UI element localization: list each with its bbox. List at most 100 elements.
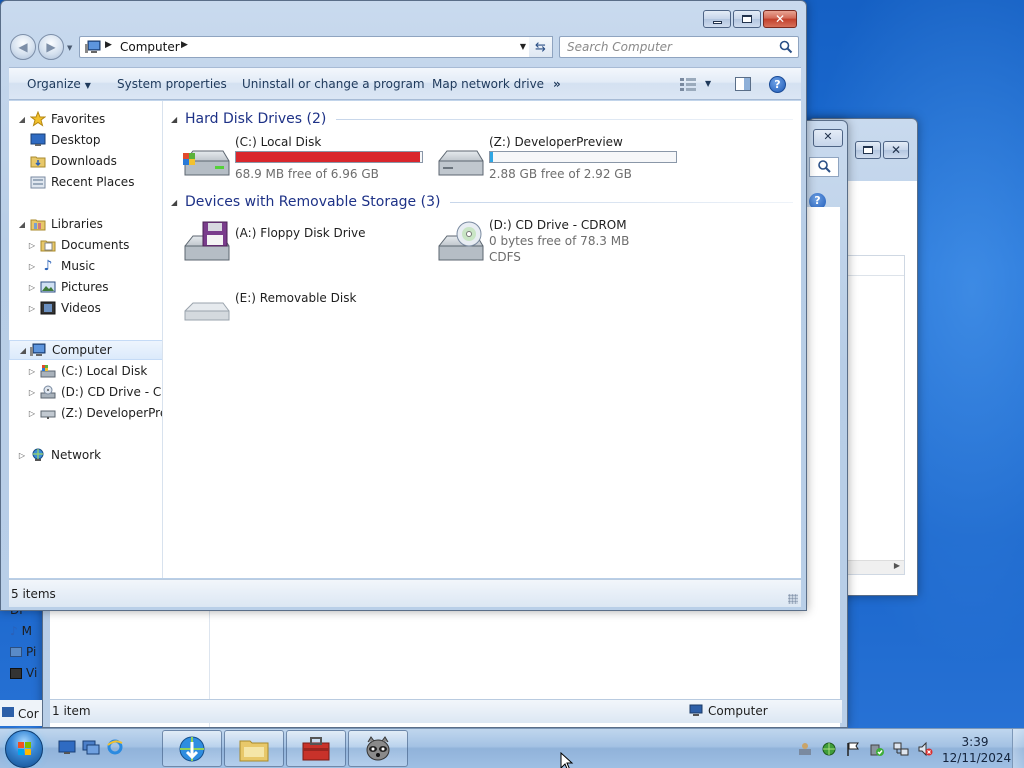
drive-e[interactable]: (E:) Removable Disk <box>179 285 429 341</box>
drive-free-space: 68.9 MB free of 6.96 GB <box>235 167 379 181</box>
drive-free-space: 0 bytes free of 78.3 MB <box>489 234 630 248</box>
nav-videos[interactable]: ▷ Videos <box>27 298 101 318</box>
arrow-left-icon: ◀ <box>18 40 28 54</box>
tray-user-icon[interactable] <box>797 741 813 757</box>
nav-fragment-music[interactable]: ♪ M <box>10 624 32 638</box>
computer-icon <box>688 704 704 721</box>
nav-documents[interactable]: ▷ Documents <box>27 235 130 255</box>
item-count: 5 items <box>11 587 56 601</box>
nav-label: Recent Places <box>51 175 135 189</box>
minimize-button[interactable] <box>703 10 731 28</box>
expand-arrow-icon[interactable]: ▷ <box>27 241 37 250</box>
nav-recent-places[interactable]: Recent Places <box>29 172 134 192</box>
refresh-button[interactable]: ⇆ <box>529 36 553 58</box>
expand-arrow-icon[interactable]: ▷ <box>27 409 37 418</box>
navigation-pane: ◢ Favorites Desktop Downloads Recent Pla… <box>9 101 163 578</box>
collapse-arrow-icon[interactable]: ◢ <box>17 115 27 124</box>
drive-c[interactable]: (C:) Local Disk 68.9 MB free of 6.96 GB <box>179 135 429 191</box>
close-button[interactable]: ✕ <box>763 10 797 28</box>
nav-c-drive[interactable]: ▷ (C:) Local Disk <box>27 361 147 381</box>
uninstall-program-button[interactable]: Uninstall or change a program <box>242 77 425 91</box>
expand-arrow-icon[interactable]: ▷ <box>27 388 37 397</box>
search-icon[interactable] <box>809 157 839 177</box>
arrow-right-icon: ▶ <box>46 40 56 54</box>
drive-a[interactable]: (A:) Floppy Disk Drive <box>179 218 429 274</box>
expand-arrow-icon[interactable]: ▷ <box>27 367 37 376</box>
show-desktop-button[interactable] <box>1012 729 1024 768</box>
system-clock[interactable]: 3:39 12/11/2024 <box>942 734 1011 766</box>
close-button[interactable]: ✕ <box>813 129 843 147</box>
nav-fragment-videos[interactable]: Vi <box>10 666 37 680</box>
recent-pages-dropdown[interactable]: ▼ <box>67 44 72 52</box>
nav-music[interactable]: ▷ ♪ Music <box>27 256 95 276</box>
group-title: Devices with Removable Storage (3) <box>185 194 441 210</box>
nav-fragment-computer[interactable]: Cor <box>0 700 42 726</box>
system-properties-button[interactable]: System properties <box>117 77 227 91</box>
maximize-button[interactable] <box>733 10 761 28</box>
videos-icon <box>39 300 57 316</box>
breadcrumb-computer[interactable]: Computer <box>120 40 180 54</box>
star-icon <box>29 111 47 127</box>
nav-fragment: Cor <box>18 707 39 721</box>
volume-muted-icon[interactable] <box>917 741 933 757</box>
windows-logo-icon <box>18 742 31 755</box>
nav-favorites[interactable]: ◢ Favorites <box>17 109 105 129</box>
preview-pane-icon[interactable] <box>735 77 751 94</box>
nav-label: Libraries <box>51 217 103 231</box>
nav-d-drive[interactable]: ▷ (D:) CD Drive - CDR <box>27 382 162 402</box>
expand-arrow-icon[interactable]: ▷ <box>27 262 37 271</box>
group-header-hard-disks[interactable]: ◢ Hard Disk Drives (2) <box>171 109 793 129</box>
computer-explorer-window[interactable]: ✕ ◀ ▶ ▼ ▶ Computer ▶ ▼ ⇆ Search Computer… <box>0 0 807 611</box>
help-icon[interactable]: ? <box>769 76 786 93</box>
internet-explorer-icon[interactable] <box>106 738 124 756</box>
drive-d[interactable]: (D:) CD Drive - CDROM 0 bytes free of 78… <box>433 218 683 274</box>
safely-remove-hardware-icon[interactable] <box>869 741 885 757</box>
nav-downloads[interactable]: Downloads <box>29 151 117 171</box>
taskbar-app-toolbox[interactable] <box>286 730 346 767</box>
maximize-button[interactable] <box>855 141 881 159</box>
tray-network-globe-icon[interactable] <box>821 741 837 757</box>
nav-computer[interactable]: ◢ Computer <box>9 340 162 360</box>
collapse-arrow-icon[interactable]: ◢ <box>171 198 185 207</box>
nav-pictures[interactable]: ▷ Pictures <box>27 277 109 297</box>
start-button[interactable] <box>5 730 43 768</box>
taskbar-app-explorer[interactable] <box>224 730 284 767</box>
group-header-removable[interactable]: ◢ Devices with Removable Storage (3) <box>171 192 793 212</box>
drive-z[interactable]: (Z:) DeveloperPreview 2.88 GB free of 2.… <box>433 135 683 191</box>
map-network-drive-button[interactable]: Map network drive <box>432 77 544 91</box>
show-desktop-icon[interactable] <box>58 738 76 756</box>
taskbar-app-raccoon[interactable] <box>348 730 408 767</box>
search-icon[interactable] <box>779 40 793 57</box>
nav-fragment-pictures[interactable]: Pi <box>10 645 36 659</box>
close-button[interactable]: ✕ <box>883 141 909 159</box>
forward-button[interactable]: ▶ <box>38 34 64 60</box>
expand-arrow-icon[interactable]: ▷ <box>27 283 37 292</box>
usage-fill <box>236 152 421 162</box>
breadcrumb-separator-icon[interactable]: ▶ <box>181 40 188 50</box>
back-button[interactable]: ◀ <box>10 34 36 60</box>
views-dropdown-icon[interactable]: ▼ <box>705 79 711 88</box>
collapse-arrow-icon[interactable]: ◢ <box>171 115 185 124</box>
address-bar[interactable]: ▶ Computer ▶ ▼ <box>79 36 531 58</box>
nav-libraries[interactable]: ◢ Libraries <box>17 214 103 234</box>
nav-z-drive[interactable]: ▷ (Z:) DeveloperPrevi <box>27 403 162 423</box>
resize-grip-icon[interactable] <box>788 594 798 604</box>
search-input[interactable]: Search Computer <box>559 36 799 58</box>
collapse-arrow-icon[interactable]: ◢ <box>17 220 27 229</box>
collapse-arrow-icon[interactable]: ◢ <box>18 346 28 355</box>
nav-network[interactable]: ▷ Network <box>17 445 101 465</box>
expand-arrow-icon[interactable]: ▷ <box>27 304 37 313</box>
computer-icon <box>85 40 103 58</box>
change-view-icon[interactable] <box>679 77 697 94</box>
address-dropdown-icon[interactable]: ▼ <box>520 42 526 51</box>
breadcrumb-separator-icon[interactable]: ▶ <box>105 40 112 50</box>
tray-network-icon[interactable] <box>893 741 909 757</box>
nav-desktop[interactable]: Desktop <box>29 130 101 150</box>
expand-arrow-icon[interactable]: ▷ <box>17 451 27 460</box>
more-commands-button[interactable]: » <box>553 77 561 91</box>
switch-windows-icon[interactable] <box>82 738 100 756</box>
documents-icon <box>39 237 57 253</box>
organize-menu[interactable]: Organize ▼ <box>27 77 91 91</box>
taskbar-app-downloader[interactable] <box>162 730 222 767</box>
action-center-flag-icon[interactable] <box>845 741 861 757</box>
